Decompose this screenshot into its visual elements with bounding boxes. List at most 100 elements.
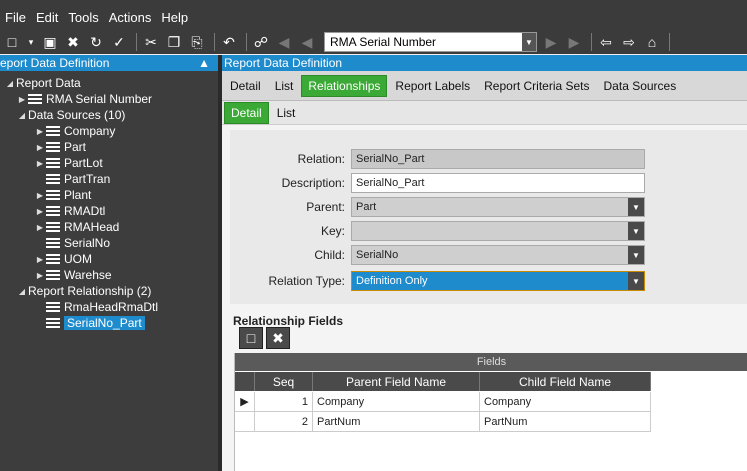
copy-icon[interactable]: ❐ <box>164 32 184 52</box>
home-icon[interactable]: ⌂ <box>642 32 662 52</box>
tree-node[interactable]: ▶ RMAHead <box>0 219 218 235</box>
subtab-list[interactable]: List <box>271 103 302 123</box>
previous-record-icon[interactable]: ◀ <box>297 32 317 52</box>
relation-type-dropdown[interactable]: Definition Only ▼ <box>351 271 645 291</box>
expand-toggle-icon[interactable]: ▶ <box>34 191 46 200</box>
expand-toggle-icon[interactable]: ▶ <box>34 255 46 264</box>
expand-toggle-icon[interactable]: ▶ <box>34 223 46 232</box>
chevron-down-icon[interactable]: ▼ <box>628 222 644 240</box>
subtab-detail[interactable]: Detail <box>224 101 269 124</box>
description-label: Description: <box>281 176 345 190</box>
tab-relationships[interactable]: Relationships <box>301 74 388 97</box>
row-selector[interactable] <box>235 412 255 432</box>
column-header-parent-field[interactable]: Parent Field Name <box>313 372 480 391</box>
tree-panel-title: eport Data Definition ▲ <box>0 55 218 71</box>
current-row-indicator-icon[interactable]: ▶ <box>235 392 255 412</box>
tab-report-labels[interactable]: Report Labels <box>389 76 476 96</box>
delete-field-button[interactable]: ✖ <box>266 327 290 349</box>
tab-list[interactable]: List <box>269 76 300 96</box>
tab-detail[interactable]: Detail <box>224 76 267 96</box>
tree-node[interactable]: ◢ Report Data <box>0 75 218 91</box>
key-dropdown[interactable]: ▼ <box>351 221 645 241</box>
cut-icon[interactable]: ✂ <box>141 32 161 52</box>
description-field[interactable]: SerialNo_Part <box>351 173 645 193</box>
back-icon[interactable]: ⇦ <box>596 32 616 52</box>
fields-grid: Fields Seq Parent Field Name Child Field… <box>234 353 747 471</box>
expand-toggle-icon[interactable]: ▶ <box>16 95 28 104</box>
next-record-icon[interactable]: ▶ <box>541 32 561 52</box>
tab-data-sources[interactable]: Data Sources <box>598 76 683 96</box>
table-cell-parent[interactable]: Company <box>313 392 480 412</box>
tree-node[interactable]: ▶ RMADtl <box>0 203 218 219</box>
menu-help[interactable]: Help <box>161 10 188 25</box>
tree-node[interactable]: ▶ Company <box>0 123 218 139</box>
tree-node[interactable]: ▶ Part <box>0 139 218 155</box>
tree-node-label: Report Data <box>16 76 81 90</box>
expand-toggle-icon[interactable]: ▶ <box>34 143 46 152</box>
column-header-child-field[interactable]: Child Field Name <box>480 372 651 391</box>
save-icon[interactable]: ▾ <box>25 32 37 52</box>
tree-node[interactable]: RmaHeadRmaDtl <box>0 299 218 315</box>
tree-node[interactable]: ▶ Plant <box>0 187 218 203</box>
tree-node[interactable]: ▶ PartLot <box>0 155 218 171</box>
parent-label: Parent: <box>306 200 345 214</box>
tree-node[interactable]: ▶ RMA Serial Number <box>0 91 218 107</box>
child-dropdown[interactable]: SerialNo ▼ <box>351 245 645 265</box>
table-icon <box>46 253 60 265</box>
expand-toggle-icon[interactable]: ▶ <box>34 127 46 136</box>
key-field-combo[interactable]: RMA Serial Number ▼ <box>324 32 537 52</box>
last-record-icon[interactable]: ▶ <box>564 32 584 52</box>
chevron-down-icon[interactable]: ▼ <box>628 246 644 264</box>
parent-dropdown[interactable]: Part ▼ <box>351 197 645 217</box>
tree-node[interactable]: ◢ Report Relationship (2) <box>0 283 218 299</box>
new-icon[interactable]: □ <box>2 32 22 52</box>
pin-icon[interactable]: ▲ <box>198 56 210 70</box>
tree-node-label: Data Sources (10) <box>28 108 126 122</box>
relationship-form: Relation: SerialNo_Part Description: Ser… <box>230 130 747 304</box>
expand-toggle-icon[interactable]: ▶ <box>34 271 46 280</box>
table-cell-child[interactable]: Company <box>480 392 651 412</box>
table-icon <box>46 189 60 201</box>
menu-actions[interactable]: Actions <box>109 10 152 25</box>
undo-icon[interactable]: ↶ <box>219 32 239 52</box>
expand-toggle-icon[interactable]: ◢ <box>4 79 16 88</box>
binoculars-icon[interactable]: ☍ <box>251 32 271 52</box>
relation-row: Relation: SerialNo_Part <box>230 149 645 169</box>
expand-toggle-icon[interactable]: ▶ <box>34 159 46 168</box>
menu-bar: File Edit Tools Actions Help <box>0 0 747 30</box>
paste-icon[interactable]: ⎘ <box>187 32 207 52</box>
save-icon[interactable]: ▣ <box>40 32 60 52</box>
chevron-down-icon[interactable]: ▼ <box>628 272 644 290</box>
first-record-icon[interactable]: ◀ <box>274 32 294 52</box>
table-cell-parent[interactable]: PartNum <box>313 412 480 432</box>
column-header-seq[interactable]: Seq <box>255 372 313 391</box>
tree-node[interactable]: SerialNo_Part <box>0 315 218 331</box>
tree-node-label: Part <box>64 140 87 154</box>
expand-toggle-icon[interactable]: ◢ <box>16 111 28 120</box>
tab-report-criteria-sets[interactable]: Report Criteria Sets <box>478 76 595 96</box>
refresh-icon[interactable]: ↻ <box>86 32 106 52</box>
chevron-down-icon[interactable]: ▼ <box>628 198 644 216</box>
clear-icon[interactable]: ✓ <box>109 32 129 52</box>
table-icon <box>46 173 60 185</box>
tree-node[interactable]: ◢ Data Sources (10) <box>0 107 218 123</box>
table-cell-seq[interactable]: 1 <box>255 392 313 412</box>
menu-edit[interactable]: Edit <box>36 10 58 25</box>
menu-tools[interactable]: Tools <box>68 10 98 25</box>
tree-node[interactable]: SerialNo <box>0 235 218 251</box>
tree-node[interactable]: PartTran <box>0 171 218 187</box>
new-field-button[interactable]: □ <box>239 327 263 349</box>
forward-icon[interactable]: ⇨ <box>619 32 639 52</box>
tree-node-label: SerialNo <box>64 236 111 250</box>
delete-icon[interactable]: ✖ <box>63 32 83 52</box>
tree-node[interactable]: ▶ Warehse <box>0 267 218 283</box>
table-cell-child[interactable]: PartNum <box>480 412 651 432</box>
relation-field[interactable]: SerialNo_Part <box>351 149 645 169</box>
expand-toggle-icon[interactable]: ▶ <box>34 207 46 216</box>
chevron-down-icon[interactable]: ▼ <box>522 33 536 51</box>
menu-file[interactable]: File <box>5 10 26 25</box>
relation-label: Relation: <box>297 152 345 166</box>
table-cell-seq[interactable]: 2 <box>255 412 313 432</box>
expand-toggle-icon[interactable]: ◢ <box>16 287 28 296</box>
tree-node[interactable]: ▶ UOM <box>0 251 218 267</box>
